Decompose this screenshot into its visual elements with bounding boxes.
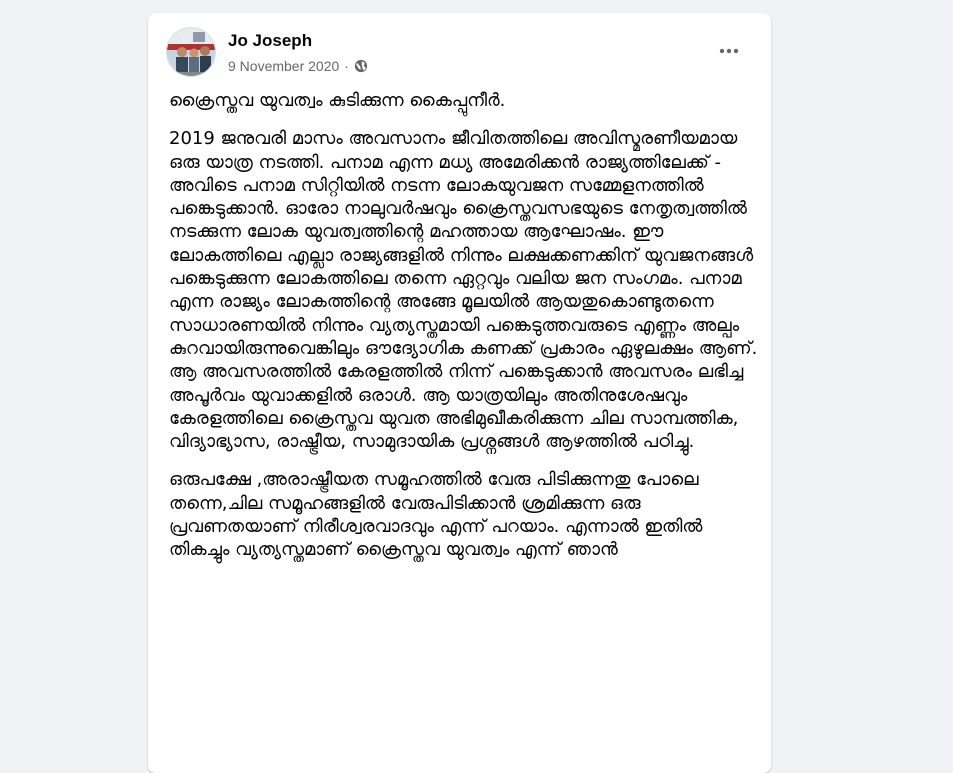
author-avatar[interactable] (166, 27, 216, 77)
post-header: Jo Joseph 9 November 2020 · (148, 13, 771, 83)
post-paragraph: ഒരുപക്ഷേ ,അരാഷ്ട്രീയത സമൂഹത്തിൽ വേരു പിട… (169, 469, 703, 561)
post-date[interactable]: 9 November 2020 (228, 58, 339, 74)
post-body: ക്രൈസ്തവ യുവത്വം കുടിക്കുന്ന കൈപ്പുനീർ. … (169, 89, 759, 577)
more-options-icon[interactable] (711, 39, 747, 63)
post-title-paragraph: ക്രൈസ്തവ യുവത്വം കുടിക്കുന്ന കൈപ്പുനീർ. (169, 90, 506, 111)
post-meta: 9 November 2020 · (228, 58, 368, 74)
post-paragraph: 2019 ജനുവരി മാസം അവസാനം ജീവിതത്തിലെ അവിസ… (169, 128, 758, 453)
meta-separator: · (344, 58, 349, 74)
globe-icon[interactable] (354, 59, 368, 73)
post-card: Jo Joseph 9 November 2020 · ക്രൈസ്തവ യുവ… (148, 13, 771, 773)
author-name[interactable]: Jo Joseph (228, 31, 312, 51)
